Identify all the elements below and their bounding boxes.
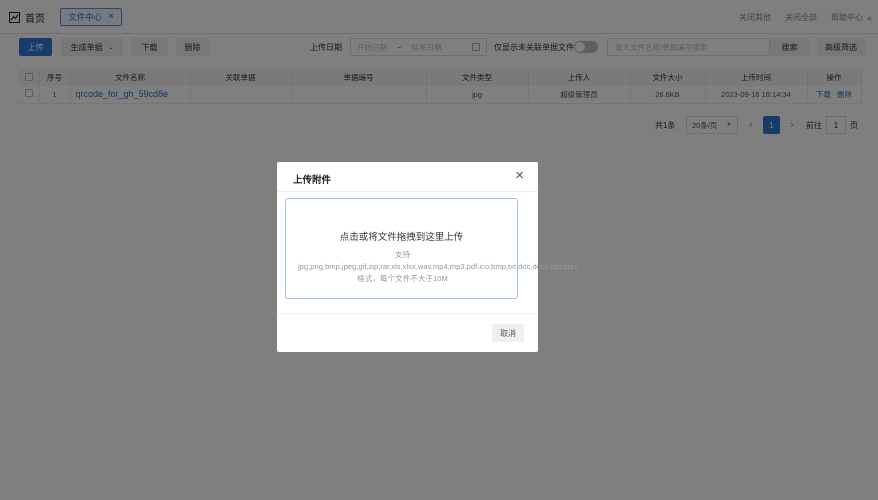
close-icon[interactable]: ×	[515, 168, 524, 183]
divider	[277, 191, 538, 192]
dropzone-hint: 支持jpg,png,bmp,jpeg,gif,zip,rar,xls,xlsx,…	[298, 250, 578, 283]
upload-dropzone[interactable]: 点击或将文件拖拽到这里上传 支持jpg,png,bmp,jpeg,gif,zip…	[285, 198, 578, 299]
cancel-button[interactable]: 取消	[492, 324, 524, 342]
divider	[277, 313, 538, 314]
upload-attachment-dialog: 上传附件 × 点击或将文件拖拽到这里上传 支持jpg,png,bmp,jpeg,…	[277, 162, 578, 352]
dialog-title: 上传附件	[293, 175, 332, 186]
dropzone-text: 点击或将文件拖拽到这里上传	[339, 232, 464, 243]
